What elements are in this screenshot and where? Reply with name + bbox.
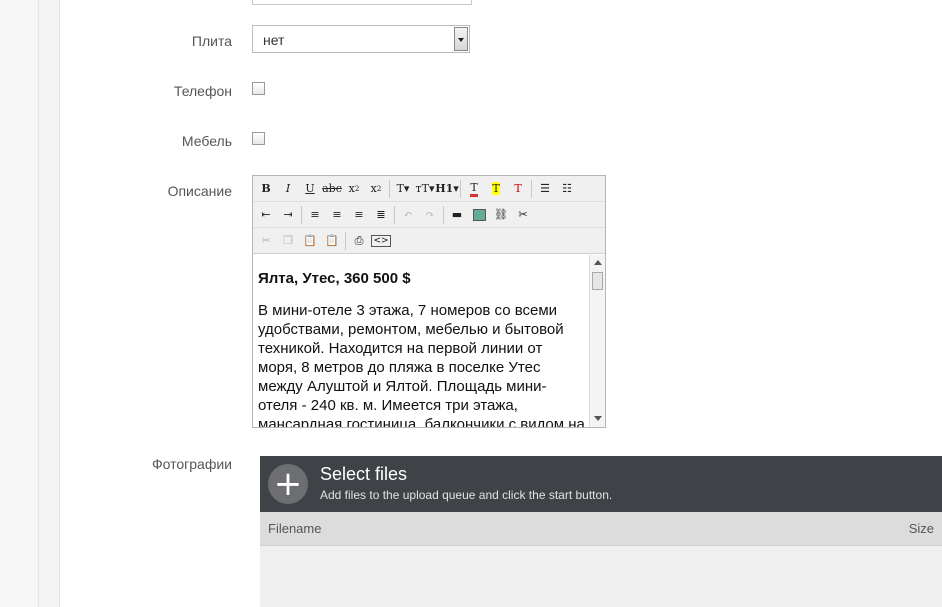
stove-select-value: нет <box>263 32 285 48</box>
print-icon[interactable]: ⎙ <box>348 230 370 252</box>
editor-heading: Ялта, Утес, 360 500 $ <box>258 270 411 287</box>
editor-toolbar: B I U abc x2 x2 T▾ тT▾ H1 ▾ T T T ☰ ☷ ⇤ ⇥… <box>253 176 605 254</box>
stove-label: Плита <box>191 33 232 49</box>
select-files-button[interactable]: Select files <box>320 464 407 485</box>
furniture-label: Мебель <box>181 133 232 149</box>
unlink-icon[interactable]: ✂ <box>512 204 534 226</box>
italic-icon[interactable]: I <box>277 178 299 200</box>
editor-scrollbar[interactable] <box>589 255 605 427</box>
image-icon[interactable] <box>468 204 490 226</box>
furniture-checkbox[interactable] <box>252 132 265 145</box>
paste-text-icon[interactable]: 📋 <box>321 230 343 252</box>
left-sidebar-strip <box>0 0 39 607</box>
highlight-icon[interactable]: T <box>485 178 507 200</box>
size-column-header: Size <box>908 521 934 536</box>
numbered-list-icon[interactable]: ☷ <box>556 178 578 200</box>
content-gutter <box>39 0 60 607</box>
scrollbar-thumb[interactable] <box>592 272 603 290</box>
scroll-up-icon[interactable] <box>594 260 602 265</box>
clear-format-icon[interactable]: T <box>507 178 529 200</box>
strikethrough-icon[interactable]: abc <box>321 178 343 200</box>
chevron-down-icon[interactable] <box>454 27 468 51</box>
bold-icon[interactable]: B <box>255 178 277 200</box>
copy-icon[interactable]: ❐ <box>277 230 299 252</box>
horizontal-rule-icon[interactable]: ▬ <box>446 204 468 226</box>
stove-select[interactable]: нет <box>252 25 470 53</box>
phone-label: Телефон <box>173 83 232 99</box>
filename-column-header: Filename <box>268 521 322 536</box>
editor-body-text: В мини-отеле 3 этажа, 7 номеров со всеми… <box>258 302 585 427</box>
toolbar-row-3: ✂ ❐ 📋 📋 ⎙ <> <box>253 228 605 253</box>
indent-icon[interactable]: ⇥ <box>277 204 299 226</box>
previous-input-field[interactable] <box>252 0 472 5</box>
font-icon[interactable]: T▾ <box>392 178 414 200</box>
description-label: Описание <box>167 183 232 199</box>
file-list-header: Filename Size <box>260 512 942 546</box>
align-center-icon[interactable]: ≡ <box>326 204 348 226</box>
underline-icon[interactable]: U <box>299 178 321 200</box>
bullet-list-icon[interactable]: ☰ <box>534 178 556 200</box>
uploader-instructions: Add files to the upload queue and click … <box>320 488 613 502</box>
font-size-icon[interactable]: тT▾ <box>414 178 436 200</box>
text-color-icon[interactable]: T <box>463 178 485 200</box>
source-code-icon[interactable]: <> <box>370 230 392 252</box>
phone-checkbox[interactable] <box>252 82 265 95</box>
heading-icon[interactable]: H1 ▾ <box>435 178 459 200</box>
undo-icon[interactable]: ↶ <box>397 204 419 226</box>
outdent-icon[interactable]: ⇤ <box>255 204 277 226</box>
plus-icon[interactable]: + <box>268 464 308 504</box>
link-icon[interactable]: ⛓ <box>490 204 512 226</box>
paste-icon[interactable]: 📋 <box>299 230 321 252</box>
subscript-icon[interactable]: x2 <box>343 178 365 200</box>
description-editor[interactable]: B I U abc x2 x2 T▾ тT▾ H1 ▾ T T T ☰ ☷ ⇤ ⇥… <box>252 175 606 428</box>
align-right-icon[interactable]: ≡ <box>348 204 370 226</box>
scroll-down-icon[interactable] <box>594 416 602 421</box>
cut-icon[interactable]: ✂ <box>255 230 277 252</box>
align-left-icon[interactable]: ≡ <box>304 204 326 226</box>
toolbar-row-1: B I U abc x2 x2 T▾ тT▾ H1 ▾ T T T ☰ ☷ <box>253 176 605 202</box>
file-uploader: + Select files Add files to the upload q… <box>260 456 942 607</box>
uploader-header: + Select files Add files to the upload q… <box>260 456 942 512</box>
redo-icon[interactable]: ↷ <box>419 204 441 226</box>
superscript-icon[interactable]: x2 <box>365 178 387 200</box>
toolbar-row-2: ⇤ ⇥ ≡ ≡ ≡ ≣ ↶ ↷ ▬ ⛓ ✂ <box>253 202 605 228</box>
justify-icon[interactable]: ≣ <box>370 204 392 226</box>
photos-label: Фотографии <box>151 456 232 472</box>
editor-content[interactable]: Ялта, Утес, 360 500 $ В мини-отеле 3 эта… <box>253 255 590 427</box>
